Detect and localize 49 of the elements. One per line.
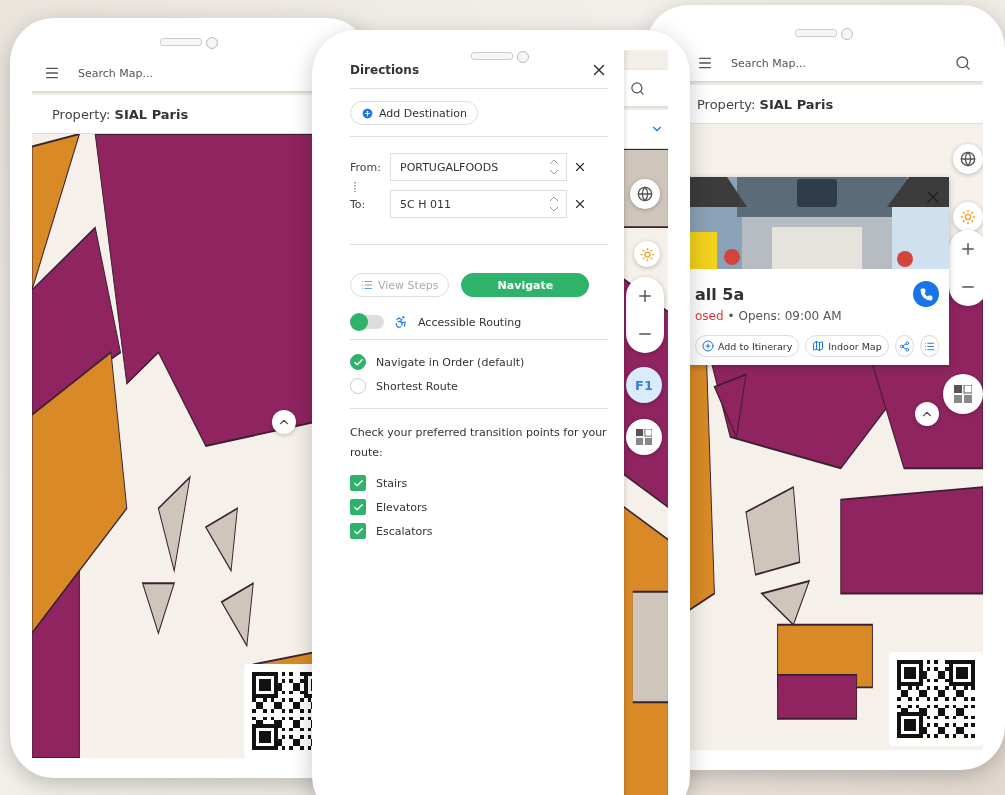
menu-button[interactable] — [697, 55, 713, 71]
camera-dot — [206, 37, 218, 49]
menu-icon — [697, 55, 713, 71]
checkbox[interactable] — [350, 499, 366, 515]
stepper-icon — [548, 195, 560, 213]
globe-icon — [637, 186, 653, 202]
speaker-slot — [795, 29, 837, 37]
check-icon — [352, 501, 364, 513]
add-destination-button[interactable]: Add Destination — [350, 101, 478, 125]
menu-button[interactable] — [44, 65, 60, 81]
speaker-slot — [160, 38, 202, 46]
check-icon — [352, 356, 364, 368]
radio-button[interactable] — [350, 378, 366, 394]
panel-title: Directions — [350, 63, 420, 77]
radio-button[interactable] — [350, 354, 366, 370]
search-icon — [955, 55, 971, 71]
sun-icon — [639, 246, 655, 262]
to-label: To: — [350, 197, 367, 211]
clear-icon[interactable] — [573, 197, 587, 211]
search-button[interactable] — [630, 80, 645, 96]
checkbox-label: Stairs — [376, 476, 408, 490]
to-select[interactable]: 5C H 011 — [390, 190, 567, 218]
check-icon — [352, 477, 364, 489]
search-button[interactable] — [955, 55, 971, 71]
toggle-switch[interactable] — [350, 315, 384, 329]
grid-icon — [636, 429, 652, 445]
list-icon — [361, 279, 373, 291]
from-label: From: — [350, 160, 382, 174]
prompt-text: Check your preferred transition points for your route: — [350, 425, 608, 461]
camera-dot — [841, 28, 853, 40]
from-select[interactable]: PORTUGALFOODS — [390, 153, 567, 181]
property-label: Property: SIAL Paris — [52, 106, 189, 122]
wheelchair-icon — [394, 315, 408, 329]
check-icon — [352, 525, 364, 537]
checkbox-label: Elevators — [376, 500, 428, 514]
plus-circle-icon — [361, 106, 374, 120]
option-label: Navigate in Order (default) — [376, 355, 525, 369]
stepper-icon — [548, 158, 560, 176]
connector-line — [353, 182, 357, 192]
menu-icon — [44, 65, 60, 81]
zoom-in-icon[interactable] — [636, 287, 654, 305]
checkbox-label: Escalators — [376, 524, 433, 538]
checkbox[interactable] — [350, 475, 366, 491]
clear-icon[interactable] — [573, 160, 587, 174]
option-label: Shortest Route — [376, 379, 458, 393]
toggle-label: Accessible Routing — [418, 315, 522, 329]
search-icon — [630, 80, 645, 96]
property-label: Property: SIAL Paris — [697, 96, 834, 112]
checkbox[interactable] — [350, 523, 366, 539]
